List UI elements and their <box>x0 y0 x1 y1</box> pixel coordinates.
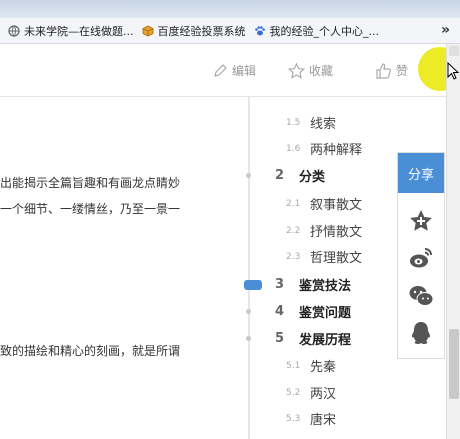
outline-track <box>248 97 250 439</box>
outline-label: 两种解释 <box>310 143 363 158</box>
outline-label: 两汉 <box>310 387 337 402</box>
outline-dot <box>246 336 251 341</box>
outline-dot <box>246 309 251 314</box>
mouse-pointer-icon <box>447 62 459 80</box>
outline-number: 2.2 <box>286 225 301 236</box>
outline-number: 1.5 <box>286 117 301 128</box>
article-line: 出能揭示全篇旨趣和有画龙点睛妙 <box>0 176 181 190</box>
cube-icon <box>142 25 153 36</box>
outline-number: 1.6 <box>286 143 301 154</box>
outline-item-5-2[interactable]: 5.2 两汉 <box>286 383 336 402</box>
vertical-scrollbar[interactable] <box>446 44 460 439</box>
article-toolbar: 编辑 收藏 赞 <box>0 44 446 97</box>
outline-label: 唐宋 <box>310 413 337 428</box>
globe-icon <box>8 24 20 37</box>
bookmark-label: 未来学院—在线做题... <box>24 24 134 38</box>
share-sidebar: 分享 <box>397 152 445 359</box>
outline-item-5-1[interactable]: 5.1 先秦 <box>286 356 336 375</box>
article-body: 出能揭示全篇旨趣和有画龙点睛妙 一个细节、一缕情丝，乃至一景一 致的描绘和精心的… <box>0 97 250 439</box>
outline-label: 鉴赏技法 <box>299 279 352 294</box>
outline-item-4[interactable]: 4 鉴赏问题 <box>275 302 351 321</box>
outline-item-2-1[interactable]: 2.1 叙事散文 <box>286 194 362 213</box>
window-top-strip <box>0 0 460 18</box>
pencil-icon <box>214 63 227 77</box>
outline-label: 发展历程 <box>299 333 352 348</box>
outline-item-2-3[interactable]: 2.3 哲理散文 <box>286 247 362 266</box>
outline-label: 分类 <box>299 170 326 185</box>
outline-dot <box>246 173 251 178</box>
outline-label: 线索 <box>310 117 337 132</box>
thumbs-up-icon <box>376 62 391 79</box>
like-button[interactable]: 赞 <box>375 62 408 79</box>
bookmark-label: 我的经验_个人中心_... <box>269 24 380 38</box>
outline-label: 抒情散文 <box>310 225 363 240</box>
outline-number: 3 <box>275 277 285 292</box>
paw-icon <box>254 25 265 35</box>
outline-label: 叙事散文 <box>310 198 363 213</box>
outline-number: 5 <box>275 331 285 346</box>
outline-label: 哲理散文 <box>310 251 363 266</box>
outline-item-2-2[interactable]: 2.2 抒情散文 <box>286 221 362 240</box>
article-line: 致的描绘和精心的刻画，就是所谓 <box>0 344 181 358</box>
outline-number: 5.3 <box>286 413 301 424</box>
bookmark-label: 百度经验投票系统 <box>157 24 246 38</box>
outline-number: 4 <box>275 304 285 319</box>
outline-item-1-6[interactable]: 1.6 两种解释 <box>286 139 362 158</box>
bookmark-1[interactable]: 未来学院—在线做题... <box>8 23 134 39</box>
qq-icon[interactable] <box>408 320 434 346</box>
bookmark-2[interactable]: 百度经验投票系统 <box>142 23 246 39</box>
edit-label: 编辑 <box>232 64 257 78</box>
outline-number: 5.1 <box>286 360 301 371</box>
bookmarks-bar: 未来学院—在线做题... 百度经验投票系统 我的经验_个人中心_... » <box>0 18 460 44</box>
outline-number: 2.1 <box>286 198 301 209</box>
weibo-icon[interactable] <box>408 245 434 271</box>
outline-active-marker <box>244 280 262 290</box>
scroll-up-button[interactable] <box>449 46 459 56</box>
bookmark-3[interactable]: 我的经验_个人中心_... <box>254 23 380 39</box>
outline-item-3[interactable]: 3 鉴赏技法 <box>275 275 351 294</box>
favorite-label: 收藏 <box>309 64 334 78</box>
outline-item-1-5[interactable]: 1.5 线索 <box>286 113 336 132</box>
share-title: 分享 <box>398 153 444 193</box>
star-icon[interactable] <box>408 208 434 234</box>
outline-number: 2.3 <box>286 251 301 262</box>
outline-item-5[interactable]: 5 发展历程 <box>275 329 351 348</box>
outline-label: 鉴赏问题 <box>299 306 352 321</box>
article-line: 一个细节、一缕情丝，乃至一景一 <box>0 202 181 216</box>
outline-number: 5.2 <box>286 387 301 398</box>
outline-item-5-3[interactable]: 5.3 唐宋 <box>286 409 336 428</box>
edit-button[interactable]: 编辑 <box>212 62 256 79</box>
outline-label: 先秦 <box>310 360 337 375</box>
like-label: 赞 <box>396 64 409 78</box>
bookmarks-more-button[interactable]: » <box>441 22 450 38</box>
favorite-button[interactable]: 收藏 <box>288 62 333 79</box>
star-outline-icon <box>288 62 305 79</box>
wechat-icon[interactable] <box>408 283 434 309</box>
outline-item-2[interactable]: 2 分类 <box>275 166 325 185</box>
outline-number: 2 <box>275 168 285 183</box>
scroll-thumb[interactable] <box>449 329 459 399</box>
